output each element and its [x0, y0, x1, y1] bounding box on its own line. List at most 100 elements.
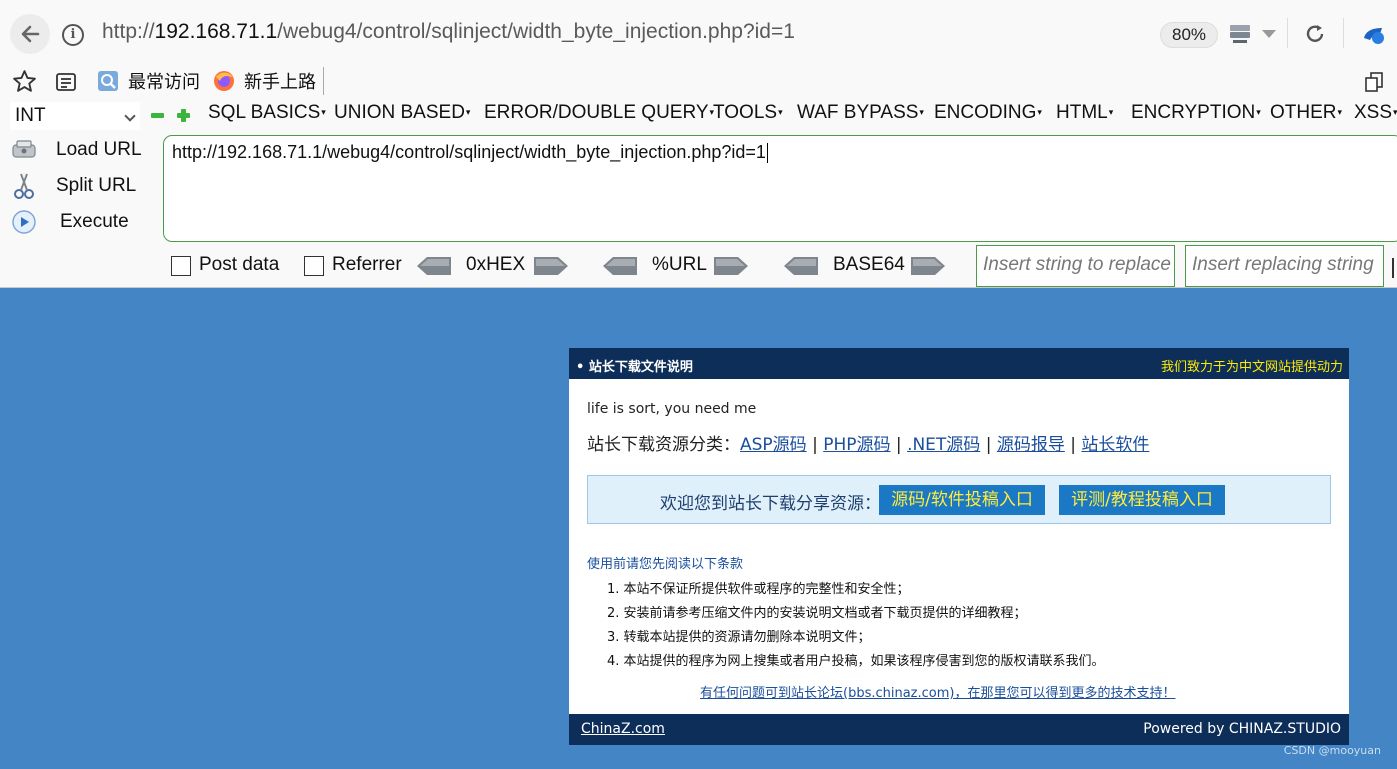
submit-review-button[interactable]: 评测/教程投稿入口	[1059, 485, 1225, 515]
menu-label: SQL BASICS	[208, 102, 321, 123]
minus-icon[interactable]	[151, 109, 164, 122]
content-card: • 站长下载文件说明 我们致力于为中文网站提供动力 life is sort, …	[569, 348, 1349, 745]
browser-chrome: i http://192.168.71.1/webug4/control/sql…	[0, 0, 1397, 288]
chevron-down-icon	[124, 110, 136, 122]
terms-item: 4. 本站提供的程序为网上搜集或者用户投稿，如果该程序侵害到您的版权请联系我们。	[607, 654, 1105, 669]
search-page-icon	[98, 71, 118, 91]
menu-encryption[interactable]: ENCRYPTION▾	[1131, 102, 1261, 124]
menu-other[interactable]: OTHER▾	[1270, 102, 1342, 124]
categories-label: 站长下载资源分类：	[587, 435, 740, 455]
tagline: life is sort, you need me	[587, 401, 757, 417]
caret-icon: ▾	[1337, 107, 1343, 118]
play-icon	[10, 208, 38, 236]
back-arrow-icon	[21, 25, 40, 43]
terms-title: 使用前请您先阅读以下条款	[587, 557, 744, 572]
welcome-text: 欢迎您到站长下载分享资源：	[660, 494, 881, 514]
url-textarea[interactable]: http://192.168.71.1/webug4/control/sqlin…	[163, 135, 1397, 242]
caret-icon: ▾	[321, 107, 326, 118]
injection-type-select[interactable]: INT	[10, 102, 140, 130]
base64-decode-arrow-icon[interactable]	[784, 257, 818, 275]
chevron-down-icon[interactable]	[1262, 30, 1276, 38]
overflow-indicator	[1392, 258, 1394, 278]
terms-item: 3. 转载本站提供的资源请勿删除本说明文件；	[607, 630, 871, 645]
firefox-icon	[214, 71, 234, 91]
menu-label: WAF BYPASS	[797, 102, 919, 123]
caret-icon: ▾	[1256, 107, 1261, 118]
text-cursor	[766, 143, 768, 164]
execute-label: Execute	[60, 211, 129, 232]
link-news[interactable]: 源码报导	[997, 435, 1065, 455]
load-url-label: Load URL	[56, 139, 142, 160]
menu-encoding[interactable]: ENCODING▾	[934, 102, 1042, 124]
caret-icon: ▾	[1108, 107, 1114, 118]
hex-label: 0xHEX	[466, 254, 526, 275]
caret-icon: ▾	[1037, 107, 1042, 118]
card-slogan: 我们致力于为中文网站提供动力	[1160, 360, 1343, 375]
card-footer: ChinaZ.com Powered by CHINAZ.STUDIO	[569, 714, 1349, 745]
menu-label: ENCODING	[934, 102, 1037, 123]
insert-string-input[interactable]: Insert string to replace	[976, 245, 1175, 287]
forum-link[interactable]: 有任何问题可到站长论坛(bbs.chinaz.com)，在那里您可以得到更多的技…	[700, 682, 1175, 701]
menu-waf-bypass[interactable]: WAF BYPASS▾	[797, 102, 924, 124]
submit-source-button[interactable]: 源码/软件投稿入口	[879, 485, 1045, 515]
info-icon[interactable]: i	[62, 24, 84, 46]
link-asp[interactable]: ASP源码	[740, 435, 807, 455]
terms-item: 1. 本站不保证所提供软件或程序的完整性和安全性；	[607, 582, 910, 597]
url-decode-arrow-icon[interactable]	[603, 257, 637, 275]
scissors-icon	[10, 172, 38, 200]
split-url-label: Split URL	[56, 175, 137, 196]
hex-decode-arrow-icon[interactable]	[417, 257, 451, 275]
card-header: • 站长下载文件说明 我们致力于为中文网站提供动力	[569, 348, 1349, 379]
menu-sql-basics[interactable]: SQL BASICS▾	[208, 102, 326, 124]
url-encode-arrow-icon[interactable]	[714, 257, 748, 275]
bookmark-most-visited[interactable]: 最常访问	[96, 62, 200, 100]
plus-icon[interactable]	[177, 109, 190, 122]
welcome-banner: 欢迎您到站长下载分享资源： 源码/软件投稿入口 评测/教程投稿入口	[587, 475, 1331, 524]
menu-tools[interactable]: TOOLS▾	[713, 102, 783, 124]
menu-label: HTML	[1056, 102, 1108, 123]
hackbar-menu: INT SQL BASICS▾ UNION BASED▾ ERROR/DOUBL…	[0, 100, 1397, 132]
reader-list-icon[interactable]	[54, 70, 78, 94]
injection-type-value: INT	[15, 105, 46, 126]
zoom-level-badge[interactable]: 80%	[1160, 22, 1218, 48]
footer-powered-by: Powered by CHINAZ.STUDIO	[1143, 721, 1341, 737]
url-path: /webug4/control/sqlinject/width_byte_inj…	[277, 20, 795, 43]
toolbar-divider	[1287, 18, 1288, 48]
post-data-checkbox[interactable]	[171, 256, 191, 276]
hex-encode-arrow-icon[interactable]	[534, 257, 568, 275]
bookmark-label: 新手上路	[244, 72, 316, 93]
category-links: 站长下载资源分类：ASP源码 | PHP源码 | .NET源码 | 源码报导 |…	[587, 435, 1150, 455]
menu-label: TOOLS	[713, 102, 778, 123]
menu-label: ERROR/DOUBLE QUERY	[484, 102, 709, 123]
back-button[interactable]	[10, 14, 50, 54]
card-title: • 站长下载文件说明	[576, 360, 693, 375]
library-icon[interactable]	[1363, 71, 1385, 93]
menu-xss[interactable]: XSS▾	[1354, 102, 1397, 124]
extension-icon[interactable]	[1360, 22, 1386, 48]
base64-encode-arrow-icon[interactable]	[911, 257, 945, 275]
watermark: CSDN @mooyuan	[1283, 744, 1381, 757]
star-icon[interactable]	[12, 69, 37, 94]
bookmark-label: 最常访问	[128, 72, 200, 93]
split-url-button[interactable]: Split URL	[10, 170, 136, 202]
url-bar[interactable]: http://192.168.71.1/webug4/control/sqlin…	[102, 20, 795, 44]
server-icon[interactable]	[1228, 22, 1252, 46]
load-url-button[interactable]: Load URL	[10, 134, 142, 166]
insert-replacing-input[interactable]: Insert replacing string	[1185, 245, 1384, 287]
navigation-bar: i http://192.168.71.1/webug4/control/sql…	[0, 0, 1397, 62]
execute-button[interactable]: Execute	[10, 206, 129, 238]
link-software[interactable]: 站长软件	[1081, 435, 1149, 455]
menu-error-double-query[interactable]: ERROR/DOUBLE QUERY▾	[484, 102, 714, 124]
menu-label: UNION BASED	[334, 102, 465, 123]
bookmark-getting-started[interactable]: 新手上路	[212, 62, 316, 100]
reload-icon[interactable]	[1303, 22, 1327, 46]
terms-list: 1. 本站不保证所提供软件或程序的完整性和安全性； 2. 安装前请参考压缩文件内…	[607, 578, 1105, 674]
footer-site-link[interactable]: ChinaZ.com	[581, 721, 665, 737]
menu-label: ENCRYPTION	[1131, 102, 1256, 123]
bookmarks-divider	[323, 67, 324, 95]
link-php[interactable]: PHP源码	[823, 435, 890, 455]
referrer-checkbox[interactable]	[304, 256, 324, 276]
link-dotnet[interactable]: .NET源码	[907, 435, 980, 455]
menu-html[interactable]: HTML▾	[1056, 102, 1113, 124]
menu-union-based[interactable]: UNION BASED▾	[334, 102, 470, 124]
